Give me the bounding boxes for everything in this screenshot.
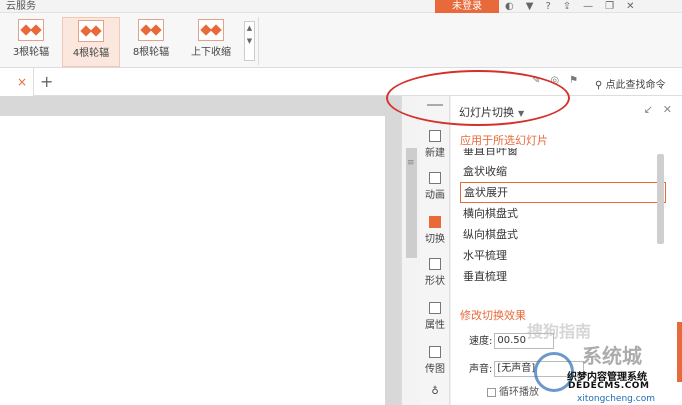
close-tab-icon[interactable]: × (17, 75, 27, 89)
panel-accent-edge (677, 322, 682, 382)
ribbon-divider (258, 17, 259, 65)
list-item[interactable]: 水平梳理 (460, 245, 666, 266)
effect-8-spokes[interactable]: 8根轮辐 (122, 17, 180, 67)
effect-4-spokes[interactable]: 4根轮辐 (62, 17, 120, 67)
effect-thumbnail-icon (78, 20, 104, 42)
ribbon-gallery-scroll[interactable]: ▲ ▼ (244, 21, 255, 61)
effect-3-spokes[interactable]: 3根轮辐 (2, 17, 60, 67)
properties-icon (429, 302, 441, 314)
sound-select[interactable]: [无声音] (494, 361, 585, 377)
slide-page[interactable] (0, 116, 385, 405)
list-item[interactable]: 横向棋盘式 (460, 203, 666, 224)
sound-row: 声音: [无声音] (469, 360, 585, 377)
transition-icon (429, 216, 441, 228)
effect-label: 上下收缩 (191, 47, 231, 58)
dock-icon[interactable]: ↙ (644, 103, 653, 116)
list-item[interactable]: 垂直百叶窗 (460, 148, 666, 161)
animation-icon (429, 172, 441, 184)
shape-icon (429, 258, 441, 270)
effect-label: 4根轮辐 (72, 48, 110, 59)
list-item-selected[interactable]: 盒状展开 (460, 182, 666, 203)
faded-watermark: 搜狗指南 (527, 322, 592, 341)
sound-label: 声音: (469, 364, 493, 375)
share-icon[interactable]: ◎ (550, 75, 559, 86)
speed-label: 速度: (469, 336, 493, 347)
vertical-scrollbar[interactable]: ≡ (401, 96, 420, 405)
loop-label: 循环播放 (499, 387, 539, 398)
panel-title-dropdown[interactable]: 幻灯片切换 ▼ (459, 104, 524, 120)
rail-item-upload-image[interactable]: 传图 (420, 346, 450, 375)
window-controls: ◐ ▼ ? ⇪ — ❐ ✕ (505, 0, 635, 13)
effect-vertical-shrink[interactable]: 上下收缩 (182, 17, 240, 67)
ribbon-icon: ♁ (431, 386, 439, 397)
tab-cloud-service[interactable]: 云服务 (6, 0, 36, 13)
close-icon[interactable]: ✕ (626, 0, 634, 13)
new-icon (429, 130, 441, 142)
close-icon[interactable]: ✕ (663, 103, 672, 116)
list-item[interactable]: 纵向棋盘式 (460, 224, 666, 245)
rail-item-shape[interactable]: 形状 (420, 258, 450, 287)
slide-transition-panel: 幻灯片切换 ▼ ↙ ✕ 应用于所选幻灯片 垂直百叶窗 盒状收缩 盒状展开 横向棋盘… (451, 96, 682, 405)
loop-option[interactable]: 循环播放 (487, 383, 539, 398)
apply-section-heading: 应用于所选幻灯片 (460, 134, 548, 147)
effect-thumbnail-icon (138, 19, 164, 41)
modify-section-heading: 修改切换效果 (460, 309, 526, 322)
panel-controls: ↙ ✕ (644, 103, 672, 116)
chevron-down-icon: ▼ (518, 109, 525, 118)
panel-title: 幻灯片切换 (459, 106, 514, 119)
find-command-label: 点此查找命令 (605, 80, 666, 91)
effect-thumbnail-icon (198, 19, 224, 41)
title-bar: 云服务 未登录 ◐ ▼ ? ⇪ — ❐ ✕ (0, 0, 682, 15)
rail-item-label: 新建 (425, 148, 445, 159)
add-tab-button[interactable]: + (40, 72, 53, 91)
skin-icon[interactable]: ◐ (505, 0, 514, 13)
slide-canvas-area (0, 96, 401, 405)
restore-icon[interactable]: ❐ (605, 0, 614, 13)
rail-item-label: 属性 (425, 320, 445, 331)
rail-item-label: 动画 (425, 190, 445, 201)
effect-thumbnail-icon (18, 19, 44, 41)
rail-item-label: 切换 (425, 234, 445, 245)
transition-list-scrollbar[interactable] (657, 154, 664, 244)
rail-item-animation[interactable]: 动画 (420, 172, 450, 201)
task-pane-rail: 新建 动画 切换 形状 属性 传图 ♁ (420, 96, 450, 405)
rail-item-properties[interactable]: 属性 (420, 302, 450, 331)
list-item[interactable]: 垂直梳理 (460, 266, 666, 287)
rail-item-transition[interactable]: 切换 (420, 216, 450, 245)
upload-icon[interactable]: ⇪ (563, 0, 571, 13)
pin-icon[interactable]: ✎ (532, 75, 540, 86)
document-tab-bar: × + ✎ ◎ ⚑ ⚲ 点此查找命令 (0, 68, 682, 96)
rail-handle (427, 104, 443, 106)
scroll-grip-icon: ≡ (407, 158, 415, 168)
loop-checkbox[interactable] (487, 387, 496, 397)
flag-icon[interactable]: ⚑ (569, 75, 578, 86)
document-tab[interactable]: × (0, 68, 34, 96)
tab-toolbar: ✎ ◎ ⚑ (532, 75, 578, 86)
rail-item-new[interactable]: 新建 (420, 130, 450, 159)
search-icon: ⚲ (595, 80, 603, 91)
shirt-icon[interactable]: ▼ (526, 0, 534, 13)
effect-label: 3根轮辐 (12, 47, 50, 58)
find-command-search[interactable]: ⚲ 点此查找命令 (595, 76, 666, 91)
help-icon[interactable]: ? (545, 0, 550, 13)
rail-item-label: 传图 (425, 364, 445, 375)
minimize-icon[interactable]: — (583, 0, 593, 13)
rail-item-label: 形状 (425, 276, 445, 287)
rail-item-more[interactable]: ♁ (420, 386, 450, 397)
transition-list: 垂直百叶窗 盒状收缩 盒状展开 横向棋盘式 纵向棋盘式 水平梳理 垂直梳理 (460, 148, 666, 288)
transition-ribbon: 3根轮辐 4根轮辐 8根轮辐 上下收缩 ▲ ▼ (0, 13, 682, 68)
image-icon (429, 346, 441, 358)
list-item[interactable]: 盒状收缩 (460, 161, 666, 182)
effect-label: 8根轮辐 (132, 47, 170, 58)
